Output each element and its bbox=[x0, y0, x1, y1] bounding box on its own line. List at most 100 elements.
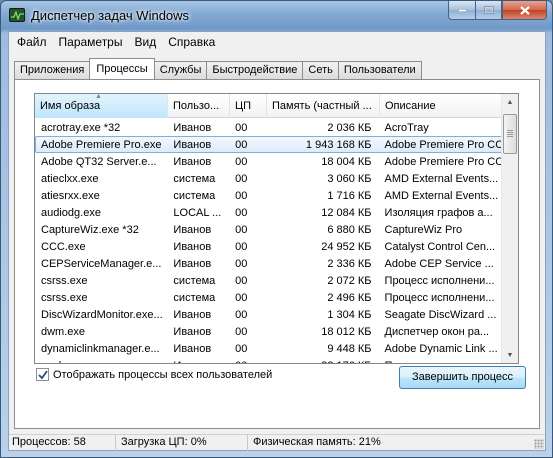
user-cell: система bbox=[173, 292, 216, 304]
table-row[interactable]: csrss.exe система 00 2 072 КБ Процесс исполн… bbox=[35, 272, 503, 289]
process-name-cell: csrss.exe bbox=[41, 275, 88, 287]
table-row[interactable]: Adobe Premiere Pro.exe Иванов 00 1 943 168 … bbox=[35, 136, 503, 153]
process-name-cell: atiesrxx.exe bbox=[41, 190, 100, 202]
column-image-name-label: Имя образа bbox=[40, 100, 101, 112]
user-cell: Иванов bbox=[173, 309, 212, 321]
cpu-cell: 00 bbox=[235, 156, 248, 168]
description-cell: Процесс исполнени... bbox=[384, 275, 495, 287]
column-description[interactable]: Описание bbox=[380, 94, 503, 118]
description-cell: Adobe CEP Service ... bbox=[384, 258, 494, 270]
user-cell: Иванов bbox=[173, 156, 212, 168]
memory-cell: 2 496 КБ bbox=[327, 292, 372, 304]
column-cpu[interactable]: ЦП bbox=[230, 94, 267, 118]
table-row[interactable]: dwm.exe Иванов 00 18 012 КБ Диспетчер окон р… bbox=[35, 323, 503, 340]
cpu-cell: 00 bbox=[235, 343, 248, 355]
description-cell: Catalyst Control Cen... bbox=[384, 241, 496, 253]
process-name-cell: CCC.exe bbox=[41, 241, 86, 253]
description-cell: Проводник bbox=[380, 358, 502, 363]
window-title: Диспетчер задач Windows bbox=[31, 8, 190, 23]
show-all-processes-option[interactable]: Отображать процессы всех пользователей bbox=[36, 368, 272, 381]
tab-performance[interactable]: Быстродействие bbox=[206, 61, 304, 79]
process-name-cell: CaptureWiz.exe *32 bbox=[41, 224, 139, 236]
cpu-cell: 00 bbox=[235, 122, 248, 134]
resize-grip-icon[interactable] bbox=[534, 439, 544, 449]
table-row[interactable]: CEPServiceManager.e... Иванов 00 2 336 КБ Ad… bbox=[35, 255, 503, 272]
table-row[interactable]: DiscWizardMonitor.exe... Иванов 00 1 304 КБ… bbox=[35, 306, 503, 323]
tab-strip: Приложения Процессы Службы Быстродействи… bbox=[14, 58, 422, 79]
cpu-cell: 00 bbox=[235, 258, 248, 270]
scroll-down-icon[interactable]: ▼ bbox=[502, 347, 518, 363]
tab-network[interactable]: Сеть bbox=[302, 61, 339, 79]
checkmark-icon bbox=[38, 370, 48, 380]
process-name-cell: explorer.exe bbox=[36, 358, 168, 363]
column-user[interactable]: Пользо... bbox=[168, 94, 230, 118]
minimize-icon bbox=[457, 8, 467, 12]
list-header: ▲ Имя образа Пользо... ЦП Память (частны… bbox=[35, 94, 503, 118]
user-cell: Иванов bbox=[173, 241, 212, 253]
memory-cell: 2 072 КБ bbox=[327, 275, 372, 287]
user-cell: система bbox=[173, 190, 216, 202]
tab-users[interactable]: Пользователи bbox=[337, 61, 422, 79]
minimize-button[interactable] bbox=[448, 1, 475, 20]
table-row[interactable]: csrss.exe система 00 2 496 КБ Процесс исполн… bbox=[35, 289, 503, 306]
tab-services[interactable]: Службы bbox=[153, 61, 208, 79]
status-cpu: Загрузка ЦП: 0% bbox=[116, 435, 248, 451]
table-row[interactable]: audiodg.exe LOCAL ... 00 12 084 КБ Изоляция … bbox=[35, 204, 503, 221]
maximize-button[interactable] bbox=[475, 1, 502, 20]
process-name-cell: CEPServiceManager.e... bbox=[41, 258, 162, 270]
table-row[interactable]: explorer.exeИванов0022 176 КБПроводник bbox=[35, 357, 503, 363]
user-cell: система bbox=[173, 173, 216, 185]
table-row[interactable]: CaptureWiz.exe *32 Иванов 00 6 880 КБ Captur… bbox=[35, 221, 503, 238]
menu-view[interactable]: Вид bbox=[128, 33, 162, 51]
process-name-cell: DiscWizardMonitor.exe... bbox=[41, 309, 163, 321]
cpu-cell: 00 bbox=[235, 275, 248, 287]
table-row[interactable]: dynamiclinkmanager.e... Иванов 00 9 448 КБ A… bbox=[35, 340, 503, 357]
cpu-cell: 00 bbox=[235, 207, 248, 219]
table-row[interactable]: CCC.exe Иванов 00 24 952 КБ Catalyst Control… bbox=[35, 238, 503, 255]
memory-cell: 2 336 КБ bbox=[327, 258, 372, 270]
table-row[interactable]: Adobe QT32 Server.e... Иванов 00 18 004 КБ A… bbox=[35, 153, 503, 170]
description-cell: Adobe Premiere Pro CC bbox=[384, 156, 502, 168]
table-row[interactable]: atieclxx.exe система 00 3 060 КБ AMD Externa… bbox=[35, 170, 503, 187]
user-cell: Иванов bbox=[173, 258, 212, 270]
column-memory[interactable]: Память (частный ... bbox=[267, 94, 380, 118]
maximize-icon bbox=[483, 6, 494, 14]
user-cell: Иванов bbox=[168, 358, 230, 363]
task-manager-icon bbox=[9, 8, 25, 22]
memory-cell: 22 176 КБ bbox=[267, 358, 380, 363]
show-all-checkbox[interactable] bbox=[36, 368, 49, 381]
tab-processes[interactable]: Процессы bbox=[89, 58, 155, 79]
table-row[interactable]: acrotray.exe *32 Иванов 00 2 036 КБ AcroTray bbox=[35, 119, 503, 136]
memory-cell: 1 304 КБ bbox=[327, 309, 372, 321]
user-cell: LOCAL ... bbox=[173, 207, 222, 219]
column-image-name[interactable]: ▲ Имя образа bbox=[35, 94, 168, 118]
cpu-cell: 00 bbox=[235, 139, 248, 151]
cpu-cell: 00 bbox=[235, 190, 248, 202]
user-cell: Иванов bbox=[173, 122, 212, 134]
tab-applications[interactable]: Приложения bbox=[14, 61, 91, 79]
menu-options[interactable]: Параметры bbox=[53, 33, 129, 51]
scroll-up-icon[interactable]: ▲ bbox=[502, 94, 518, 110]
task-manager-window: Диспетчер задач Windows Файл Параметры В… bbox=[0, 0, 553, 458]
title-bar[interactable]: Диспетчер задач Windows bbox=[1, 1, 552, 31]
menu-bar: Файл Параметры Вид Справка bbox=[9, 32, 545, 52]
user-cell: Иванов bbox=[173, 326, 212, 338]
menu-file[interactable]: Файл bbox=[11, 33, 53, 51]
sort-ascending-icon: ▲ bbox=[95, 94, 102, 100]
description-cell: Диспетчер окон ра... bbox=[384, 326, 490, 338]
description-cell: Seagate DiscWizard ... bbox=[384, 309, 497, 321]
scroll-thumb[interactable] bbox=[503, 114, 517, 154]
vertical-scrollbar[interactable]: ▲ ▼ bbox=[501, 94, 518, 363]
close-button[interactable] bbox=[502, 1, 547, 20]
process-name-cell: atieclxx.exe bbox=[41, 173, 99, 185]
processes-panel: ▲ Имя образа Пользо... ЦП Память (частны… bbox=[14, 79, 540, 429]
menu-help[interactable]: Справка bbox=[162, 33, 221, 51]
show-all-label: Отображать процессы всех пользователей bbox=[53, 368, 273, 381]
table-row[interactable]: atiesrxx.exe система 00 1 716 КБ AMD Externa… bbox=[35, 187, 503, 204]
end-process-button[interactable]: Завершить процесс bbox=[399, 366, 526, 389]
description-cell: Процесс исполнени... bbox=[384, 292, 495, 304]
process-list[interactable]: ▲ Имя образа Пользо... ЦП Память (частны… bbox=[34, 93, 519, 364]
cpu-cell: 00 bbox=[235, 224, 248, 236]
process-name-cell: csrss.exe bbox=[41, 292, 88, 304]
client-area: Файл Параметры Вид Справка Приложения Пр… bbox=[8, 31, 546, 451]
